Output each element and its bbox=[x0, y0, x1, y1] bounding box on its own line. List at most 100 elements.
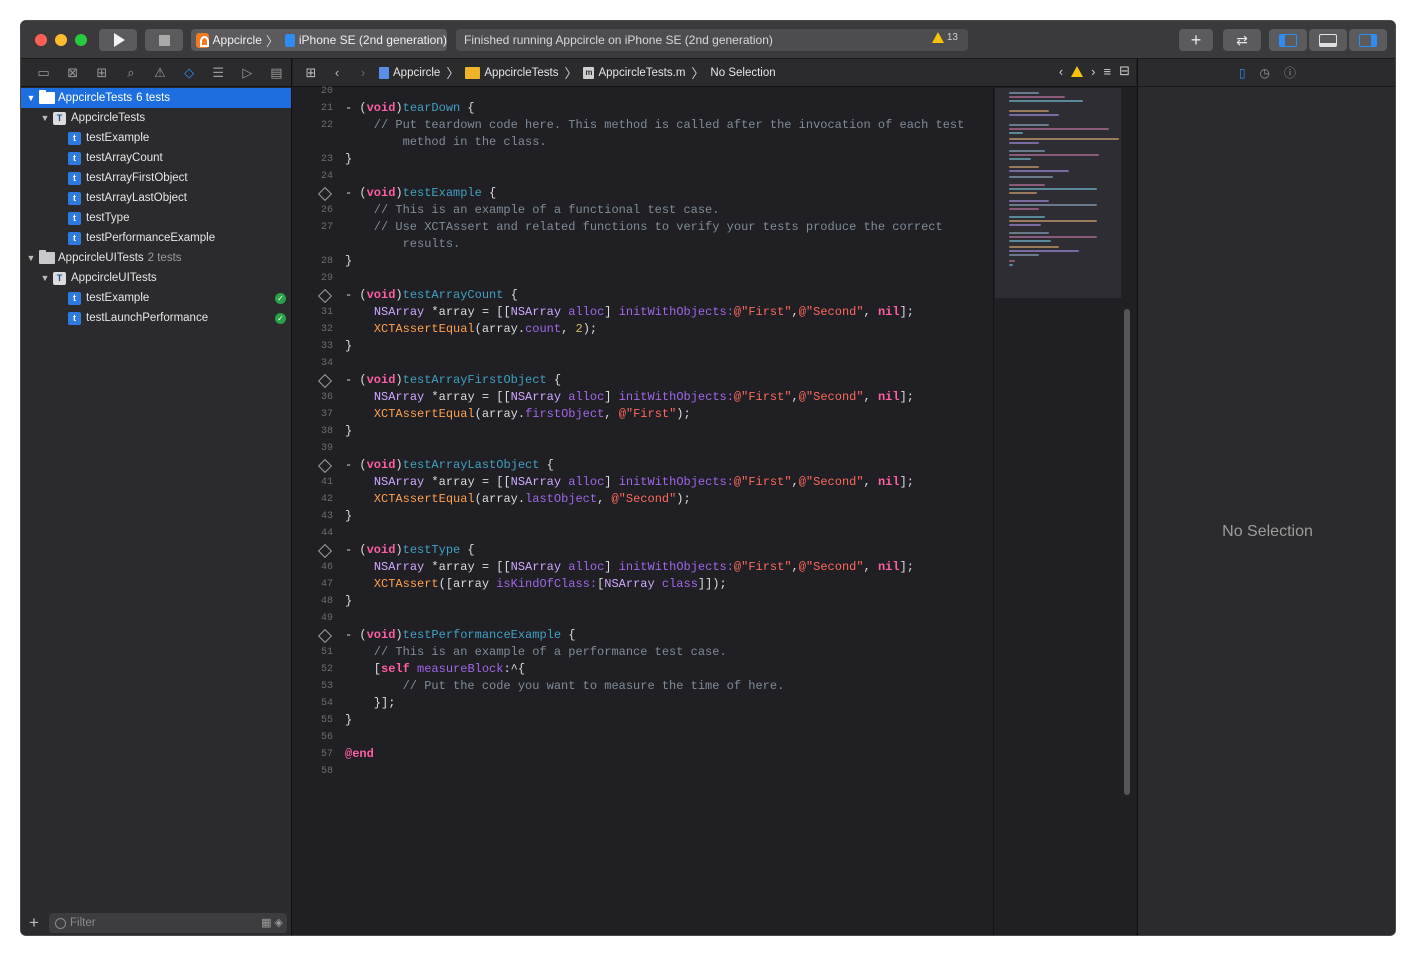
code-token: NSArray bbox=[604, 577, 654, 591]
run-test-diamond-icon[interactable] bbox=[318, 374, 332, 388]
tree-row-test[interactable]: t testLaunchPerformance ✓ bbox=[21, 308, 291, 328]
scheme-filter-icon[interactable]: ▦ bbox=[261, 916, 271, 929]
code-token: method in the class. bbox=[345, 135, 547, 149]
warnings-badge[interactable]: 13 bbox=[932, 32, 958, 43]
run-test-diamond-icon[interactable] bbox=[318, 289, 332, 303]
breadcrumb-project[interactable]: Appcircle bbox=[379, 67, 440, 79]
vertical-scrollbar[interactable] bbox=[1124, 309, 1130, 795]
code-review-button[interactable]: ⇄ bbox=[1223, 29, 1261, 51]
code-token: ) bbox=[395, 458, 402, 472]
tree-row-appcircleuitests-target[interactable]: ▼ T AppcircleUITests bbox=[21, 268, 291, 288]
source-control-icon[interactable]: ⊠ bbox=[58, 63, 87, 83]
disclosure-triangle-icon[interactable]: ▼ bbox=[40, 273, 50, 283]
folder-icon bbox=[39, 92, 55, 104]
run-test-diamond-icon[interactable] bbox=[318, 629, 332, 643]
report-icon[interactable]: ▤ bbox=[262, 63, 291, 83]
failed-filter-icon[interactable]: ◈ bbox=[275, 916, 283, 929]
stop-button[interactable] bbox=[145, 29, 183, 51]
line-number: 53 bbox=[293, 681, 333, 692]
tree-row-appcircletests-target[interactable]: ▼ T AppcircleTests bbox=[21, 108, 291, 128]
code-token: }]; bbox=[345, 696, 395, 710]
code-token: } bbox=[345, 254, 352, 268]
tree-row-test[interactable]: t testArrayLastObject bbox=[21, 188, 291, 208]
symbol-icon[interactable]: ⊞ bbox=[87, 63, 116, 83]
test-method-icon: t bbox=[68, 232, 81, 245]
code-token: - ( bbox=[345, 288, 367, 302]
disclosure-triangle-icon[interactable]: ▼ bbox=[26, 253, 36, 263]
code-line: - (void)testArrayLastObject { bbox=[345, 458, 554, 472]
activity-viewer[interactable]: Finished running Appcircle on iPhone SE … bbox=[456, 29, 968, 51]
zoom-window-button[interactable] bbox=[75, 34, 87, 46]
code-token: @"Second" bbox=[799, 390, 864, 404]
related-items-icon[interactable]: ⊞ bbox=[301, 65, 321, 81]
disclosure-triangle-icon[interactable]: ▼ bbox=[40, 113, 50, 123]
breadcrumb-symbol[interactable]: No Selection bbox=[710, 67, 775, 79]
search-icon[interactable]: ⌕ bbox=[116, 63, 145, 83]
code-line: @end bbox=[345, 747, 374, 761]
toggle-debug-area-button[interactable] bbox=[1309, 29, 1347, 51]
code-line: - (void)testPerformanceExample { bbox=[345, 628, 575, 642]
code-token: ); bbox=[583, 322, 597, 336]
tree-row-test[interactable]: t testArrayCount bbox=[21, 148, 291, 168]
minimap-line bbox=[1009, 150, 1045, 152]
code-token: // Use XCTAssert and related functions t… bbox=[345, 220, 943, 234]
filter-field[interactable]: ▦ ◈ bbox=[49, 913, 287, 933]
code-token: , bbox=[561, 322, 575, 336]
code-token: // This is an example of a performance t… bbox=[345, 645, 727, 659]
minimap[interactable] bbox=[995, 88, 1121, 298]
code-line: // This is an example of a performance t… bbox=[345, 645, 727, 659]
add-icon[interactable]: + bbox=[29, 913, 43, 933]
code-token: ) bbox=[395, 543, 402, 557]
filter-input[interactable] bbox=[70, 917, 240, 929]
line-number: 36 bbox=[293, 392, 333, 403]
toggle-navigator-button[interactable] bbox=[1269, 29, 1307, 51]
previous-issue-icon[interactable]: ‹ bbox=[1059, 64, 1063, 79]
code-token: ([array bbox=[439, 577, 497, 591]
tree-row-test[interactable]: t testExample bbox=[21, 128, 291, 148]
run-test-diamond-icon[interactable] bbox=[318, 187, 332, 201]
code-token: NSArray bbox=[374, 475, 424, 489]
tree-row-appcircletests[interactable]: ▼ AppcircleTests 6 tests bbox=[21, 88, 291, 108]
file-icon[interactable]: ▯ bbox=[1239, 66, 1246, 80]
code-token: void bbox=[367, 101, 396, 115]
warning-icon[interactable] bbox=[1071, 66, 1083, 77]
run-test-diamond-icon[interactable] bbox=[318, 459, 332, 473]
checkmark-icon[interactable]: ✓ bbox=[275, 313, 286, 324]
help-icon[interactable]: ⓘ bbox=[1284, 64, 1296, 81]
run-test-diamond-icon[interactable] bbox=[318, 544, 332, 558]
code-token: , bbox=[864, 475, 878, 489]
breakpoint-icon[interactable]: ▷ bbox=[233, 63, 262, 83]
next-issue-icon[interactable]: › bbox=[1091, 64, 1095, 79]
editor-options-icon[interactable]: ≡ bbox=[1104, 64, 1112, 79]
back-icon[interactable]: ‹ bbox=[327, 65, 347, 80]
test-icon[interactable]: ◇ bbox=[175, 63, 204, 83]
code-token bbox=[345, 305, 374, 319]
code-token: @"Second" bbox=[799, 305, 864, 319]
close-window-button[interactable] bbox=[35, 34, 47, 46]
tree-row-test[interactable]: t testType bbox=[21, 208, 291, 228]
breadcrumb-group[interactable]: AppcircleTests bbox=[465, 67, 558, 79]
scheme-selector[interactable]: Appcircle 〉 iPhone SE (2nd generation) bbox=[191, 29, 447, 51]
test-tree: ▼ AppcircleTests 6 tests ▼ T AppcircleTe… bbox=[21, 88, 291, 328]
tree-row-test[interactable]: t testArrayFirstObject bbox=[21, 168, 291, 188]
toolbar: Appcircle 〉 iPhone SE (2nd generation) F… bbox=[21, 21, 1395, 59]
split-editor-icon[interactable]: ⊟ bbox=[1119, 63, 1130, 79]
warning-count: 13 bbox=[947, 32, 958, 43]
breadcrumb-file[interactable]: m AppcircleTests.m bbox=[583, 67, 685, 79]
tree-row-test[interactable]: t testExample ✓ bbox=[21, 288, 291, 308]
toggle-inspector-button[interactable] bbox=[1349, 29, 1387, 51]
debug-icon[interactable]: ☰ bbox=[204, 63, 233, 83]
history-icon[interactable]: ◷ bbox=[1260, 66, 1270, 80]
tree-row-appcircleuitests[interactable]: ▼ AppcircleUITests 2 tests bbox=[21, 248, 291, 268]
issue-icon[interactable]: ⚠ bbox=[145, 63, 174, 83]
minimize-window-button[interactable] bbox=[55, 34, 67, 46]
library-button[interactable]: + bbox=[1179, 29, 1213, 51]
disclosure-triangle-icon[interactable]: ▼ bbox=[26, 93, 36, 103]
forward-icon[interactable]: › bbox=[353, 65, 373, 80]
minimap-line bbox=[1009, 236, 1097, 238]
run-button[interactable] bbox=[99, 29, 137, 51]
minimap-line bbox=[1009, 114, 1059, 116]
folder-icon[interactable]: ▭ bbox=[29, 63, 58, 83]
tree-row-test[interactable]: t testPerformanceExample bbox=[21, 228, 291, 248]
checkmark-icon[interactable]: ✓ bbox=[275, 293, 286, 304]
